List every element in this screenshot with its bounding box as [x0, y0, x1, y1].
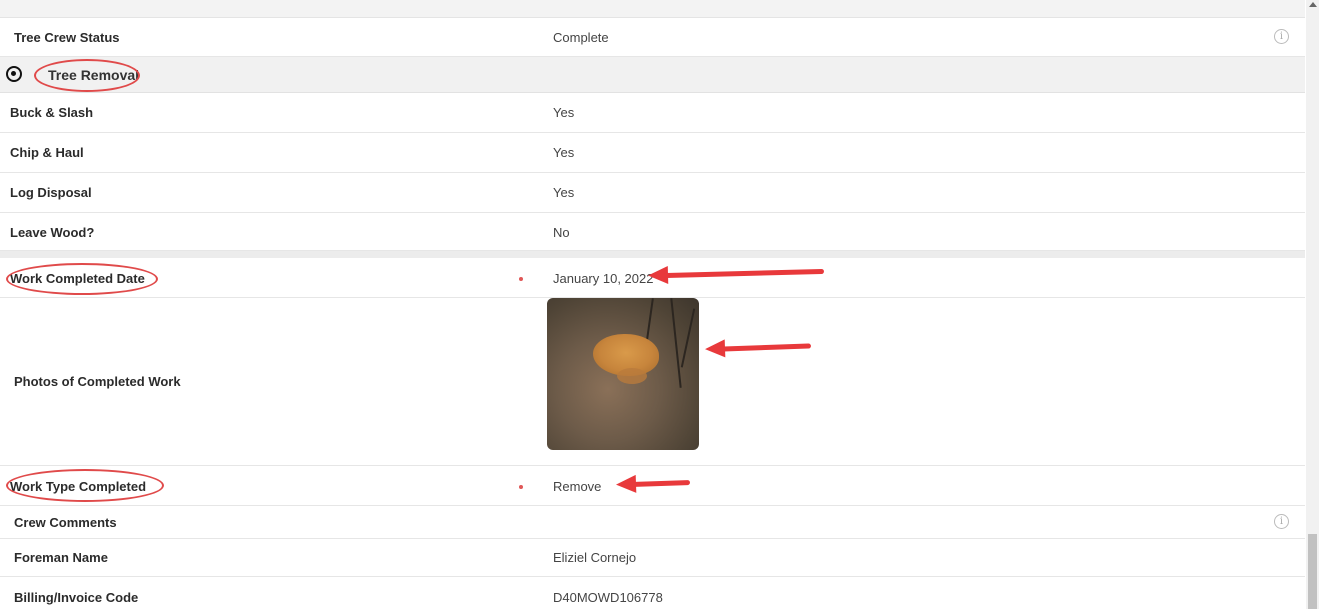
field-label: Work Completed Date: [10, 271, 145, 286]
field-label: Photos of Completed Work: [14, 374, 181, 389]
field-value: Yes: [553, 185, 575, 200]
field-value: Yes: [553, 105, 575, 120]
field-label: Leave Wood?: [10, 225, 95, 240]
field-label: Tree Crew Status: [14, 30, 120, 45]
field-row-tree-crew-status: Tree Crew Status Complete i: [0, 18, 1305, 57]
field-row-log-disposal: Log Disposal Yes: [0, 173, 1305, 213]
field-row-crew-comments: Crew Comments i: [0, 506, 1305, 539]
field-value: Complete: [553, 30, 609, 45]
info-icon[interactable]: i: [1274, 514, 1289, 529]
field-value: Yes: [553, 145, 575, 160]
eye-icon[interactable]: [6, 66, 22, 82]
field-row-chip-haul: Chip & Haul Yes: [0, 133, 1305, 173]
field-label: Foreman Name: [14, 550, 108, 565]
section-header-tree-removal[interactable]: Tree Removal: [0, 57, 1305, 93]
field-label: Work Type Completed: [10, 479, 147, 494]
field-row-billing-code: Billing/Invoice Code D40MOWD106778: [0, 577, 1305, 609]
cutoff-row: [0, 0, 1305, 18]
completed-work-photo[interactable]: [547, 298, 699, 450]
field-label: Billing/Invoice Code: [14, 590, 139, 605]
required-indicator: [519, 277, 523, 281]
field-value: No: [553, 225, 570, 240]
field-value: Remove: [553, 479, 602, 494]
scroll-up-icon[interactable]: [1309, 2, 1317, 7]
field-label: Crew Comments: [14, 515, 117, 530]
field-row-leave-wood: Leave Wood? No: [0, 213, 1305, 251]
field-value: D40MOWD106778: [553, 590, 663, 605]
scrollbar-thumb[interactable]: [1308, 534, 1317, 609]
required-indicator: [519, 485, 523, 489]
field-label: Buck & Slash: [10, 105, 94, 120]
info-icon[interactable]: i: [1274, 29, 1289, 44]
section-divider: [0, 251, 1305, 258]
field-value: Eliziel Cornejo: [553, 550, 637, 565]
field-row-foreman-name: Foreman Name Eliziel Cornejo: [0, 539, 1305, 577]
section-title: Tree Removal: [48, 67, 140, 83]
field-value: January 10, 2022: [553, 271, 654, 286]
field-label: Chip & Haul: [10, 145, 84, 160]
scrollbar-track[interactable]: [1306, 0, 1319, 609]
field-label: Log Disposal: [10, 185, 92, 200]
field-row-buck-slash: Buck & Slash Yes: [0, 93, 1305, 133]
